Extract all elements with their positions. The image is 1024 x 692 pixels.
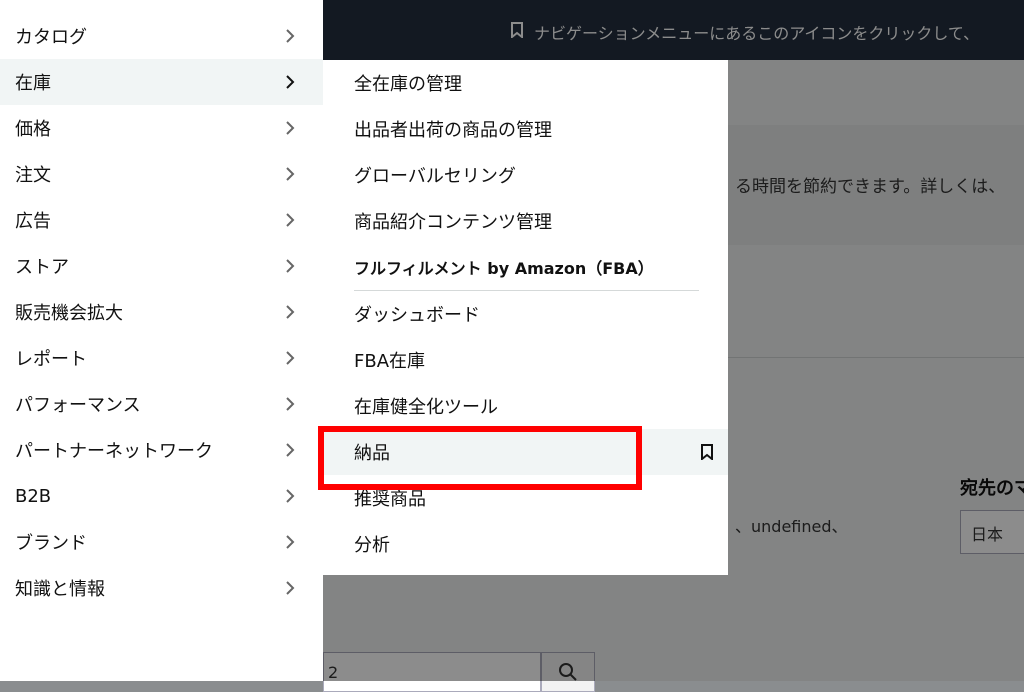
submenu-item-label: 出品者出荷の商品の管理: [354, 120, 552, 141]
nav-item-label: レポート: [15, 349, 87, 370]
nav-item[interactable]: ブランド: [0, 519, 323, 565]
submenu-item[interactable]: 推奨商品: [323, 475, 728, 521]
nav-item-label: ストア: [15, 257, 69, 278]
submenu-item[interactable]: 在庫健全化ツール: [323, 383, 728, 429]
chevron-right-icon: [286, 75, 295, 89]
chevron-right-icon: [286, 535, 295, 549]
submenu-item[interactable]: グローバルセリング: [323, 152, 728, 198]
chevron-right-icon: [286, 29, 295, 43]
bookmark-icon[interactable]: [700, 444, 714, 460]
submenu-item-label: FBA在庫: [354, 351, 426, 372]
submenu-item[interactable]: FBA在庫: [323, 337, 728, 383]
nav-item-label: パフォーマンス: [15, 395, 141, 416]
nav-item-label: カタログ: [15, 27, 87, 48]
submenu-item[interactable]: 分析: [323, 521, 728, 567]
chevron-right-icon: [286, 443, 295, 457]
submenu-item-label: 在庫健全化ツール: [354, 397, 498, 418]
nav-item-label: 注文: [15, 165, 51, 186]
submenu-item-label: 推奨商品: [354, 489, 426, 510]
chevron-right-icon: [286, 167, 295, 181]
nav-item-label: 広告: [15, 211, 51, 232]
chevron-right-icon: [286, 581, 295, 595]
nav-item[interactable]: 価格: [0, 105, 323, 151]
chevron-right-icon: [286, 213, 295, 227]
left-nav: カタログ在庫価格注文広告ストア販売機会拡大 レポートパフォーマンスパートナーネット…: [0, 0, 323, 681]
nav-item-label: 販売機会拡大: [15, 303, 123, 324]
submenu-item[interactable]: 納品: [323, 429, 728, 475]
submenu-item-label: 分析: [354, 535, 390, 556]
nav-item[interactable]: レポート: [0, 335, 323, 381]
submenu-item-label: 商品紹介コンテンツ管理: [354, 212, 552, 233]
submenu-item[interactable]: ダッシュボード: [323, 291, 728, 337]
submenu-item-label: 全在庫の管理: [354, 74, 462, 95]
nav-item[interactable]: カタログ: [0, 13, 323, 59]
nav-item-label: 在庫: [15, 73, 51, 94]
nav-item-label: パートナーネットワーク: [15, 441, 213, 462]
nav-item[interactable]: 注文: [0, 151, 323, 197]
submenu-item[interactable]: 商品紹介コンテンツ管理: [323, 198, 728, 244]
nav-item[interactable]: 知識と情報: [0, 565, 323, 611]
chevron-right-icon: [286, 489, 295, 503]
submenu-item[interactable]: 出品者出荷の商品の管理: [323, 106, 728, 152]
nav-item[interactable]: 在庫: [0, 59, 323, 105]
fba-section-heading: フルフィルメント by Amazon（FBA）: [354, 259, 654, 278]
chevron-right-icon: [286, 259, 295, 273]
nav-item-label: 価格: [15, 119, 51, 140]
nav-item-label: B2B: [15, 485, 52, 507]
nav-item[interactable]: 販売機会拡大: [0, 289, 323, 335]
nav-item[interactable]: 広告: [0, 197, 323, 243]
nav-item-label: ブランド: [15, 533, 87, 554]
nav-item-label: 知識と情報: [15, 579, 105, 600]
nav-item[interactable]: ストア: [0, 243, 323, 289]
chevron-right-icon: [286, 305, 295, 319]
inventory-submenu: 全在庫の管理出品者出荷の商品の管理 グローバルセリング商品紹介コンテンツ管理 フル…: [323, 60, 728, 575]
submenu-item-label: ダッシュボード: [354, 305, 480, 326]
nav-item[interactable]: パフォーマンス: [0, 381, 323, 427]
submenu-item-label: グローバルセリング: [354, 166, 516, 187]
nav-item[interactable]: パートナーネットワーク: [0, 427, 323, 473]
submenu-item-label: 納品: [354, 443, 390, 464]
chevron-right-icon: [286, 121, 295, 135]
chevron-right-icon: [286, 397, 295, 411]
submenu-item[interactable]: 全在庫の管理: [323, 60, 728, 106]
chevron-right-icon: [286, 351, 295, 365]
nav-item[interactable]: B2B: [0, 473, 323, 519]
